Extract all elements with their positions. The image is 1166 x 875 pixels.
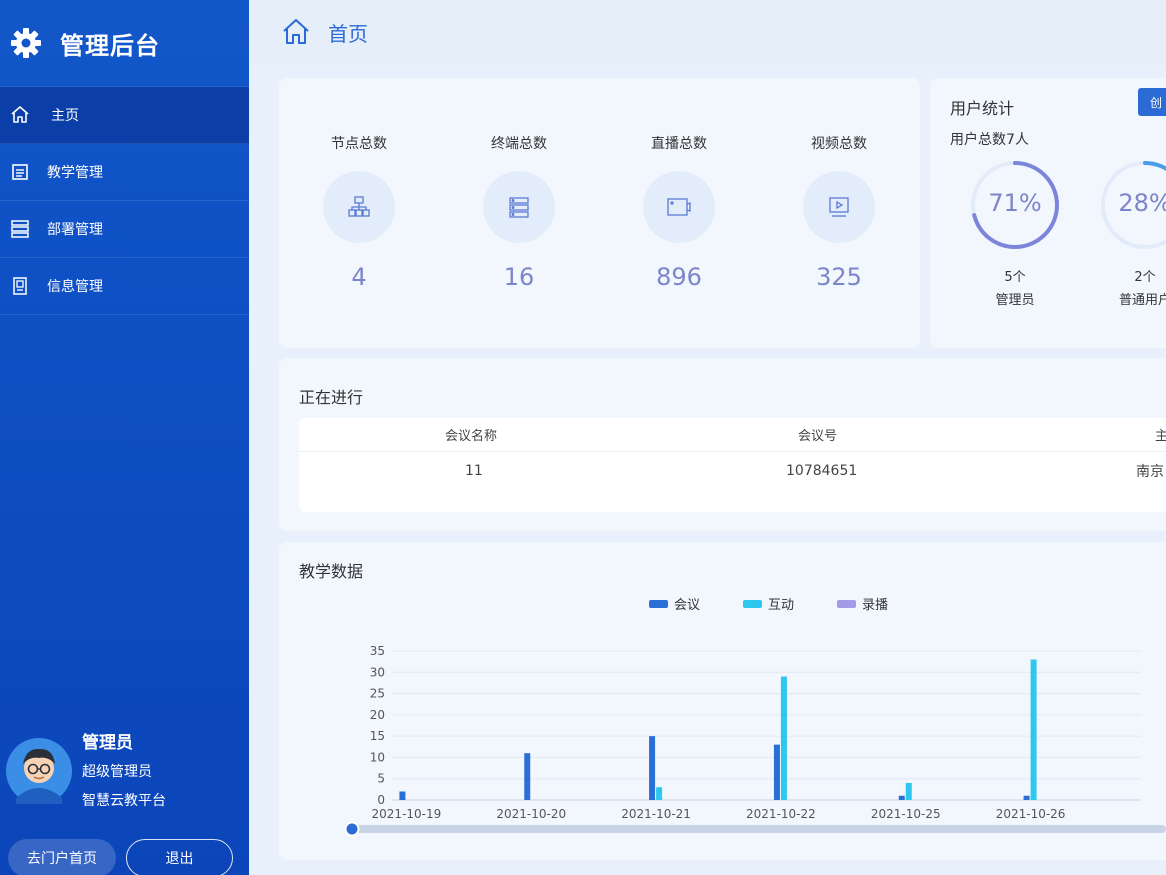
user-ring: 28% [1099,159,1166,251]
bar [524,753,531,800]
table-row[interactable]: 11 10784651 南京 [299,452,1166,490]
user-total: 用户总数7人 [950,132,1029,148]
table-cell: 11 [465,463,483,479]
stat-value: 896 [656,263,702,291]
y-tick-label: 0 [377,793,385,807]
x-tick-label: 2021-10-22 [746,807,816,821]
zoom-slider-handle[interactable] [344,821,360,837]
zoom-slider-track[interactable] [352,825,1166,833]
user-name: 管理员 [82,733,133,753]
ring-count: 5个 [1004,270,1026,285]
stats-card: 节点总数 4 终端总数 16 直播总数 896 视频总数 325 [279,78,920,348]
avatar [6,738,72,804]
bar [649,736,656,800]
bar [780,676,787,800]
y-tick-label: 15 [370,729,385,743]
bar [1023,795,1030,800]
logout-button[interactable]: 退出 [126,839,233,875]
gear-icon [11,28,41,58]
stat-label: 终端总数 [491,136,547,152]
x-tick-label: 2021-10-25 [871,807,941,821]
user-profile: 管理员 超级管理员 智慧云教平台 [6,726,246,816]
brand-title: 管理后台 [60,31,160,60]
bar [773,744,780,800]
column-header: 会议名称 [445,429,498,444]
home-icon [283,19,309,44]
home-icon [10,105,30,125]
stat-value: 325 [816,263,862,291]
user-stats-title: 用户统计 [950,99,1015,118]
stat-live: 直播总数 896 [599,78,759,348]
y-tick-label: 30 [370,665,385,679]
bar [1030,659,1037,800]
running-card: 正在进行 会议名称 会议号 主讲 11 10784651 南京 [279,358,1166,531]
bar [898,795,905,800]
x-tick-label: 2021-10-20 [496,807,566,821]
document-icon [10,162,30,182]
sidebar: 管理后台 主页 教学管理 部署管理 信息管理 管理员 超级管理员 智慧云教平台 … [0,0,249,875]
user-stats-card: 用户统计 创 用户总数7人 71% 5个 管理员 28% 2个 普通用户 [930,78,1166,348]
page-title: 首页 [328,21,368,46]
terminal-icon [483,171,555,243]
book-icon [10,276,30,296]
y-tick-label: 10 [370,750,385,764]
x-tick-label: 2021-10-19 [372,807,442,821]
y-tick-label: 20 [370,708,385,722]
stat-value: 16 [503,263,535,291]
x-tick-label: 2021-10-26 [996,807,1066,821]
video-icon [803,171,875,243]
server-icon [10,219,30,239]
user-role: 超级管理员 [82,764,152,780]
bar [656,787,663,800]
sidebar-item-label: 部署管理 [47,222,103,238]
sidebar-item-deploy[interactable]: 部署管理 [0,201,249,258]
sidebar-item-teaching[interactable]: 教学管理 [0,144,249,201]
ring-name: 管理员 [995,293,1035,308]
sidebar-item-info[interactable]: 信息管理 [0,258,249,315]
ring-name: 普通用户 [1118,293,1166,308]
sidebar-item-label: 主页 [51,108,79,124]
x-tick-label: 2021-10-21 [621,807,691,821]
column-header: 会议号 [798,429,838,444]
teaching-chart-card: 教学数据 会议 互动 录播 0 5 10 15 20 25 30 35 2021-10-19 20… [279,542,1166,860]
table-header: 会议名称 会议号 主讲 [299,418,1166,452]
stat-nodes: 节点总数 4 [279,78,439,348]
create-button[interactable]: 创 [1138,88,1166,116]
running-title: 正在进行 [299,388,364,407]
ring-count: 2个 [1134,270,1156,285]
node-icon [323,171,395,243]
y-tick-label: 5 [377,772,385,786]
sidebar-item-label: 教学管理 [47,165,103,181]
portal-home-button[interactable]: 去门户首页 [8,839,116,875]
stat-label: 视频总数 [811,136,867,152]
y-tick-label: 35 [370,644,385,658]
sidebar-item-home[interactable]: 主页 [0,87,249,144]
admin-ring: 71% [969,159,1061,251]
column-header: 主讲 [1155,429,1166,444]
running-table: 会议名称 会议号 主讲 11 10784651 南京 [299,418,1166,512]
brand: 管理后台 [0,0,249,87]
page-header: 首页 [249,0,1166,64]
ring-percent: 28% [1118,189,1166,217]
user-platform: 智慧云教平台 [82,793,166,809]
bar-chart: 0 5 10 15 20 25 30 35 2021-10-19 2021-10-20 2021-1… [344,644,1166,837]
table-cell: 南京 [1136,464,1164,480]
y-tick-label: 25 [370,687,385,701]
live-icon [643,171,715,243]
bar [905,782,912,800]
stat-label: 节点总数 [331,136,387,152]
table-cell: 10784651 [786,463,858,479]
ring-percent: 71% [988,189,1042,217]
stat-terminals: 终端总数 16 [439,78,599,348]
bar [399,791,406,800]
stat-videos: 视频总数 325 [759,78,919,348]
sidebar-item-label: 信息管理 [47,279,103,295]
stat-label: 直播总数 [651,136,707,152]
stat-value: 4 [351,263,367,291]
